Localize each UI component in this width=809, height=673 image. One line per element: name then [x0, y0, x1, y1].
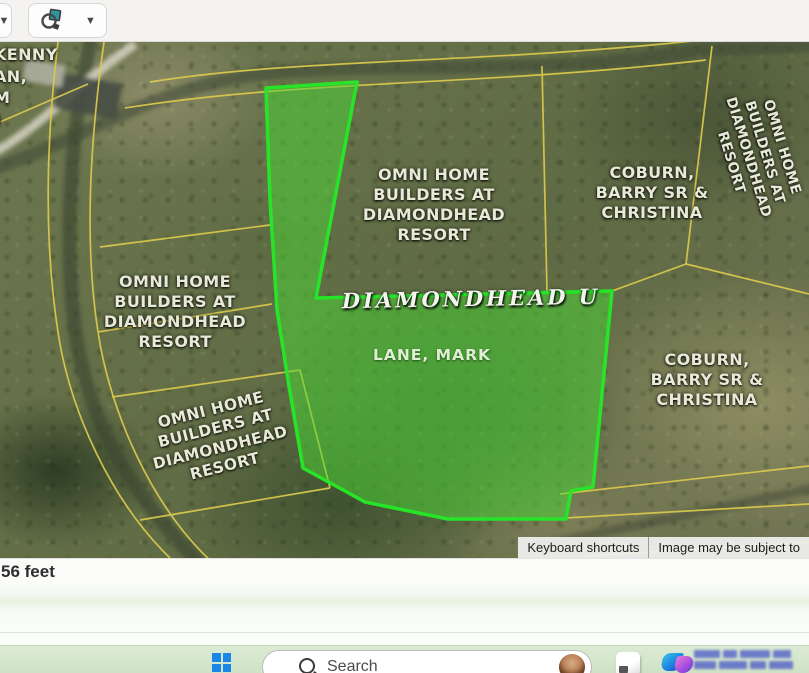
window-bottom-edge — [0, 632, 809, 645]
scale-bar-label: 56 feet — [1, 562, 55, 582]
partial-dropdown-button[interactable]: ▼ — [0, 3, 12, 38]
taskbar-search-box[interactable]: Search — [262, 650, 592, 673]
subdivision-label: DIAMONDHEAD U — [316, 283, 626, 315]
map-attribution-bar: Keyboard shortcuts Image may be subject … — [518, 537, 809, 558]
copilot-icon — [673, 656, 695, 673]
windows-taskbar: Search — [0, 645, 809, 673]
search-icon — [299, 658, 315, 673]
taskbar-app-icon[interactable] — [616, 652, 640, 673]
blue-watermark-overlay — [694, 646, 809, 673]
chevron-down-icon: ▼ — [85, 15, 96, 27]
copilot-button[interactable] — [662, 651, 698, 673]
windows-logo-icon — [223, 664, 232, 673]
selected-parcel-owner-label: LANE, MARK — [352, 346, 512, 365]
parcel-label-kenny: KENNY AN, M ) — [0, 44, 94, 130]
map-toolbar: ▼ ▼ — [0, 0, 809, 42]
screen: ▼ ▼ — [0, 0, 809, 673]
scale-bar-strip: 56 feet — [0, 558, 809, 586]
windows-logo-icon — [212, 664, 221, 673]
parcel-label-omni-center: OMNI HOME BUILDERS AT DIAMONDHEAD RESORT — [336, 165, 532, 245]
identify-tool-icon — [39, 8, 65, 34]
satellite-map-canvas[interactable]: KENNY AN, M ) OMNI HOME BUILDERS AT DIAM… — [0, 42, 809, 558]
parcel-label-coburn-right: COBURN, BARRY SR & CHRISTINA — [630, 350, 784, 410]
parcel-label-coburn-top: COBURN, BARRY SR & CHRISTINA — [576, 163, 728, 223]
windows-logo-icon — [223, 653, 232, 662]
windows-logo-icon — [212, 653, 221, 662]
identify-tool-button[interactable] — [28, 3, 76, 38]
page-background-strip — [0, 586, 809, 632]
parcel-label-omni-left: OMNI HOME BUILDERS AT DIAMONDHEAD RESORT — [86, 272, 264, 352]
windows-start-button[interactable] — [212, 653, 231, 672]
search-highlight-avatar[interactable] — [559, 654, 585, 673]
tool-dropdown-button[interactable]: ▼ — [75, 3, 107, 38]
keyboard-shortcuts-link[interactable]: Keyboard shortcuts — [518, 537, 648, 558]
copyright-notice: Image may be subject to — [648, 537, 809, 558]
chevron-down-icon: ▼ — [0, 15, 9, 27]
search-placeholder-text: Search — [303, 658, 559, 673]
